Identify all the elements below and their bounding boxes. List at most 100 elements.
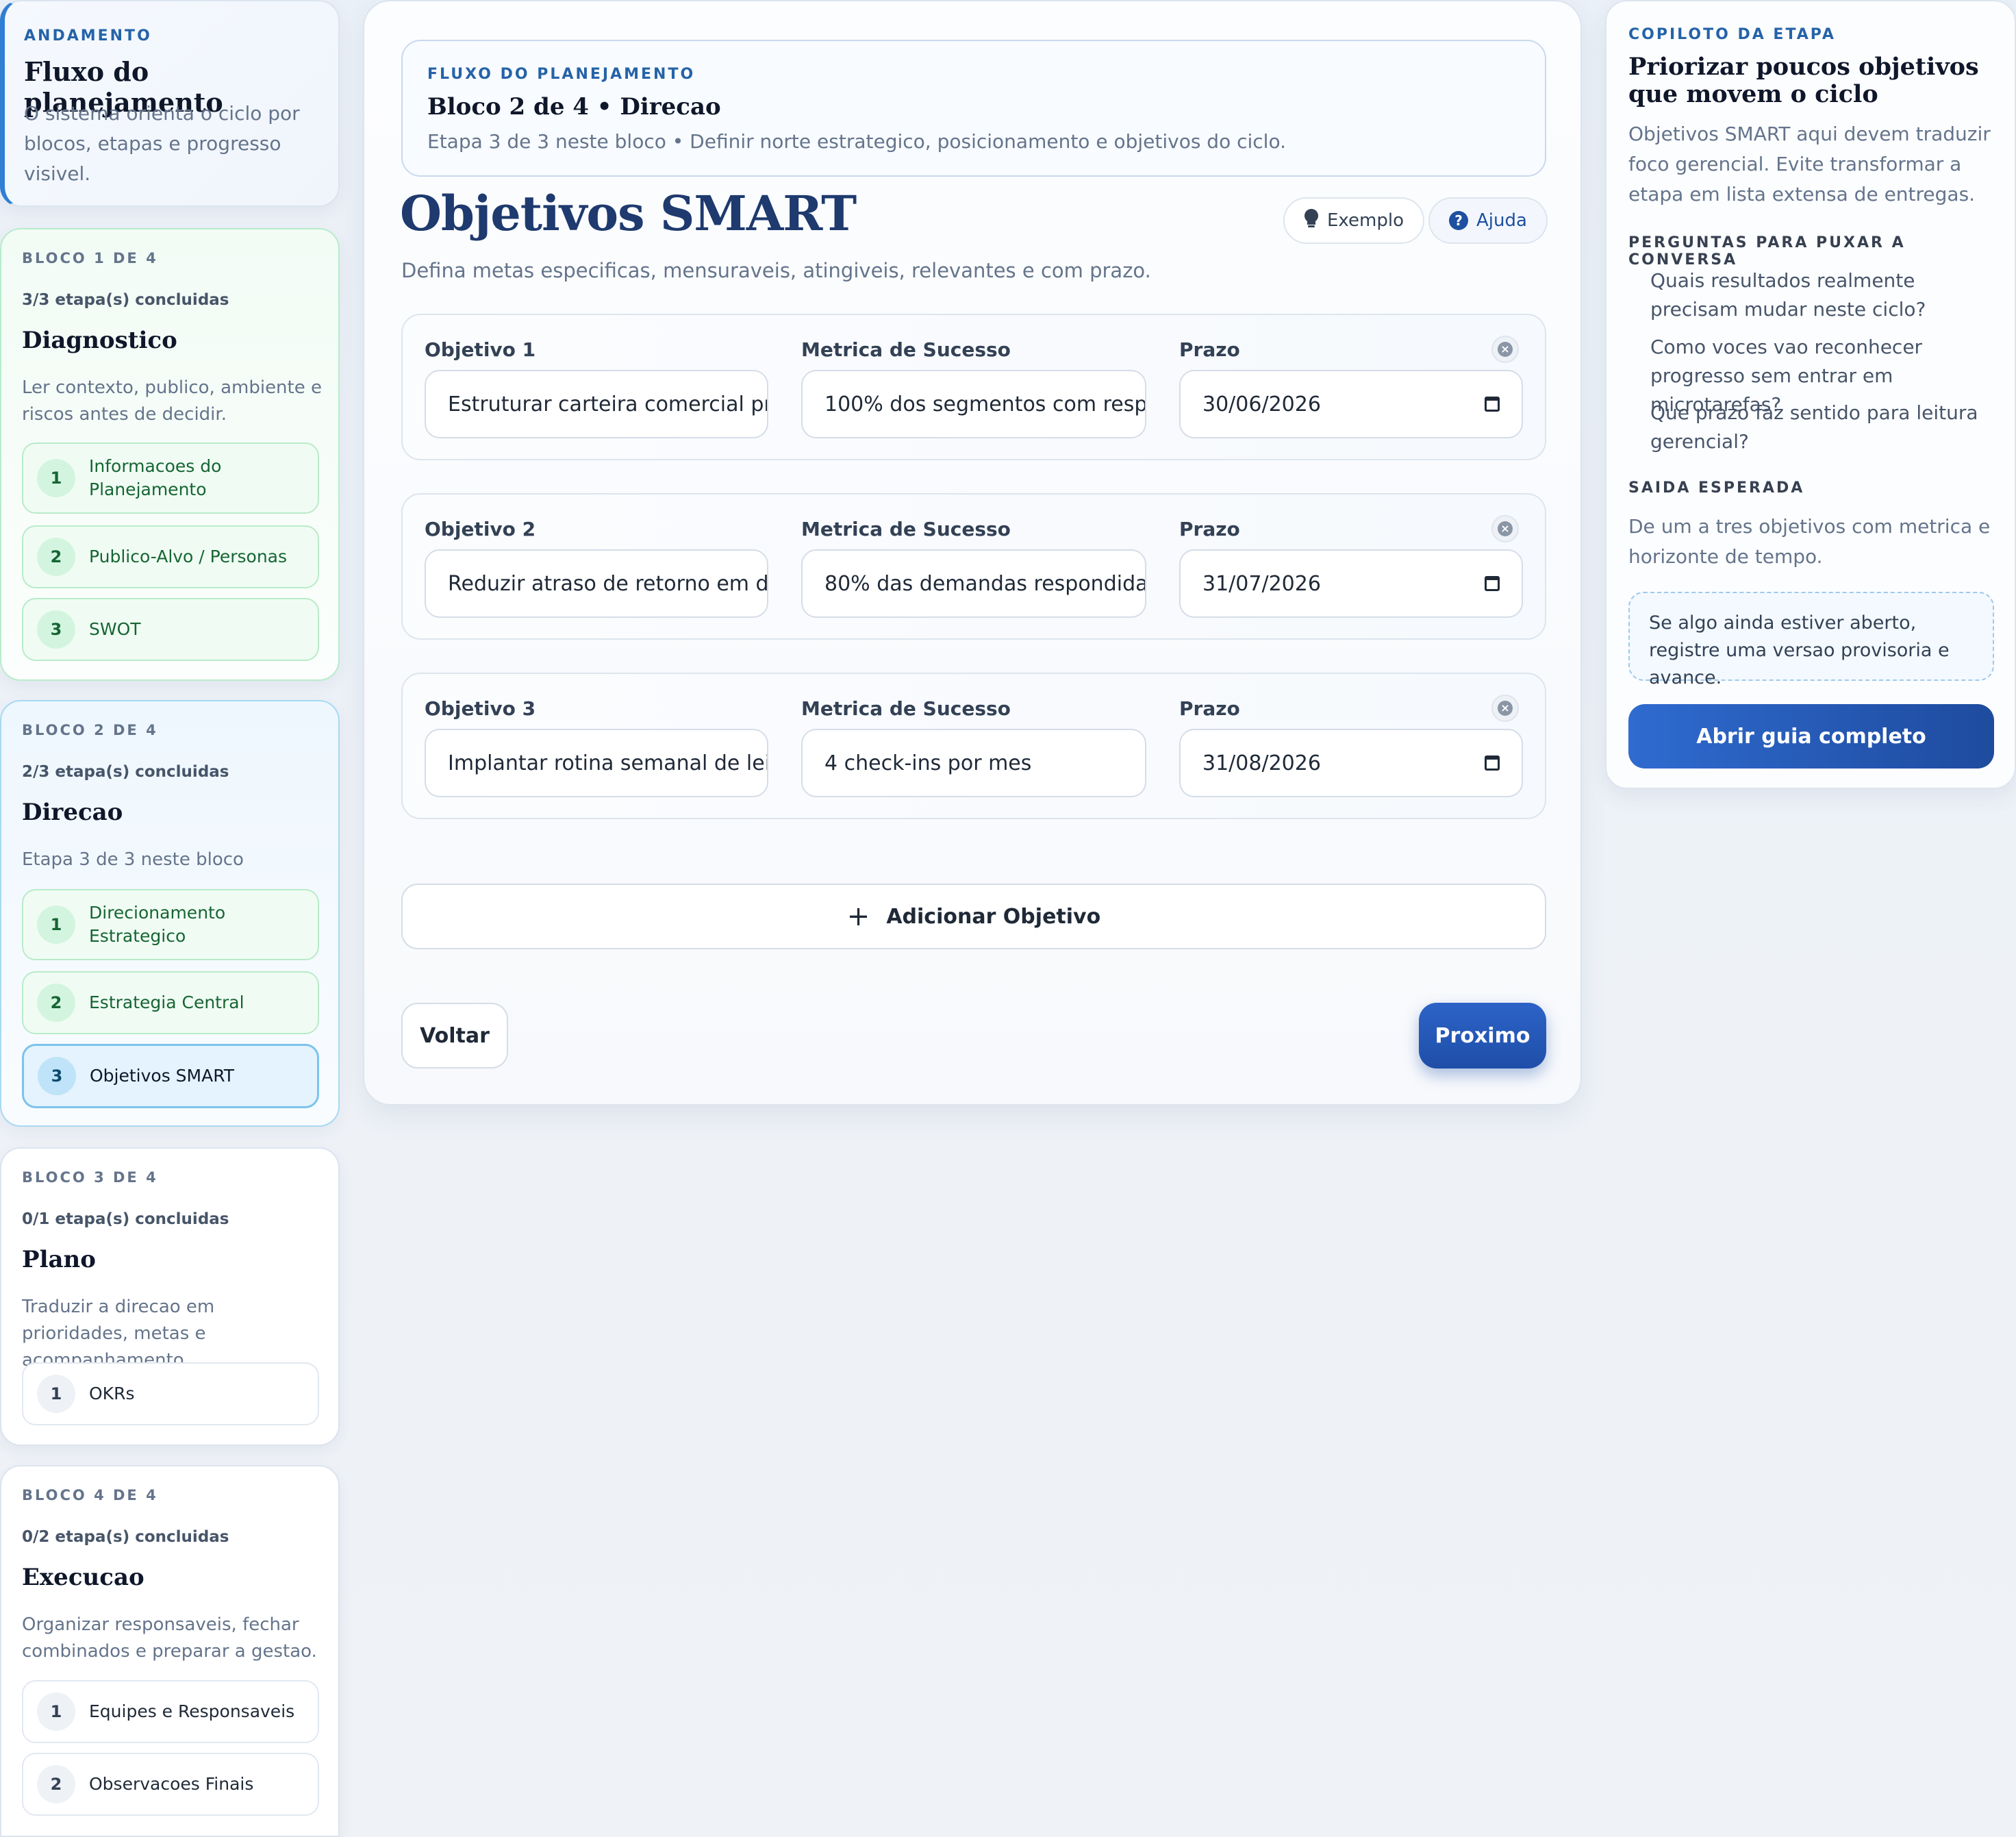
provisional-note: Se algo ainda estiver aberto, registre u… [1628, 592, 1994, 688]
objective-input[interactable]: Reduzir atraso de retorno em demandas [425, 549, 768, 618]
flow-subtitle: Etapa 3 de 3 neste bloco • Definir norte… [427, 130, 1286, 153]
block-title: Execucao [22, 1564, 144, 1591]
objective-label: Objetivo 3 [425, 697, 536, 720]
objective-input[interactable]: Implantar rotina semanal de leitura [425, 729, 768, 797]
step-swot[interactable]: 3 SWOT [22, 598, 319, 661]
copilot-eyebrow: COPILOTO DA ETAPA [1628, 26, 1836, 43]
step-label: Publico-Alvo / Personas [89, 547, 288, 566]
step-label: Direcionamento Estrategico [89, 903, 226, 946]
flow-title: Bloco 2 de 4 • Direcao [427, 93, 721, 121]
step-label: Estrategia Central [89, 992, 244, 1012]
block-execucao: BLOCO 4 DE 4 0/2 etapa(s) concluidas Exe… [0, 1465, 340, 1837]
objective-label: Objetivo 2 [425, 518, 536, 540]
step-label: SWOT [89, 619, 141, 639]
block-eyebrow: BLOCO 1 DE 4 [22, 250, 158, 266]
block-description: Ler contexto, publico, ambiente e riscos… [22, 377, 322, 425]
step-number: 2 [37, 1765, 75, 1803]
step-label: Objetivos SMART [90, 1066, 235, 1086]
flow-banner: FLUXO DO PLANEJAMENTO Bloco 2 de 4 • Dir… [401, 40, 1546, 177]
step-number: 2 [37, 538, 75, 576]
remove-objective-button[interactable]: × [1491, 515, 1519, 542]
block-count: 2/3 etapa(s) concluidas [22, 763, 229, 781]
block-count: 0/1 etapa(s) concluidas [22, 1210, 229, 1228]
questions-heading: PERGUNTAS PARA PUXAR A CONVERSA [1628, 234, 1906, 268]
step-estrategia-central[interactable]: 2 Estrategia Central [22, 971, 319, 1034]
lightbulb-icon [1304, 208, 1319, 234]
add-objective-label: Adicionar Objetivo [886, 904, 1101, 929]
block-eyebrow: BLOCO 3 DE 4 [22, 1169, 158, 1186]
deadline-label: Prazo [1179, 338, 1240, 361]
deadline-input[interactable]: 30/06/2026 [1179, 370, 1523, 438]
copilot-title: Priorizar poucos objetivos que movem o c… [1628, 53, 1979, 108]
deadline-value: 31/07/2026 [1202, 571, 1321, 596]
deadline-value: 31/08/2026 [1202, 751, 1321, 775]
step-label: Observacoes Finais [89, 1774, 254, 1794]
example-button[interactable]: Exemplo [1283, 197, 1424, 244]
step-label: OKRs [89, 1384, 135, 1403]
objective-row: Objetivo 1 Metrica de Sucesso Prazo × Es… [401, 314, 1546, 460]
step-publico-alvo[interactable]: 2 Publico-Alvo / Personas [22, 525, 319, 588]
remove-objective-button[interactable]: × [1491, 336, 1519, 363]
progress-description: O sistema orienta o ciclo por blocos, et… [24, 102, 300, 185]
step-label: Informacoes do Planejamento [89, 456, 222, 499]
deadline-label: Prazo [1179, 697, 1240, 720]
step-observacoes[interactable]: 2 Observacoes Finais [22, 1753, 319, 1816]
metric-label: Metrica de Sucesso [801, 338, 1011, 361]
objective-row: Objetivo 2 Metrica de Sucesso Prazo × Re… [401, 493, 1546, 640]
step-equipes[interactable]: 1 Equipes e Responsaveis [22, 1680, 319, 1743]
output-heading: SAIDA ESPERADA [1628, 479, 1805, 497]
block-count: 3/3 etapa(s) concluidas [22, 291, 229, 309]
step-number: 3 [38, 1057, 76, 1095]
output-text: De um a tres objetivos com metrica e hor… [1628, 515, 1991, 568]
question-icon: ? [1449, 211, 1468, 230]
page-subtitle: Defina metas especificas, mensuraveis, a… [401, 259, 1151, 282]
metric-input[interactable]: 100% dos segmentos com responsavel [801, 370, 1146, 438]
copilot-intro: Objetivos SMART aqui devem traduzir foco… [1628, 123, 1991, 205]
step-okrs[interactable]: 1 OKRs [22, 1362, 319, 1425]
remove-objective-button[interactable]: × [1491, 695, 1519, 722]
metric-input[interactable]: 80% das demandas respondidas [801, 549, 1146, 618]
block-title: Diagnostico [22, 327, 177, 354]
step-number: 1 [37, 1375, 75, 1413]
open-guide-button[interactable]: Abrir guia completo [1628, 704, 1994, 768]
metric-label: Metrica de Sucesso [801, 518, 1011, 540]
objective-label: Objetivo 1 [425, 338, 536, 361]
block-title: Plano [22, 1246, 96, 1273]
step-label: Equipes e Responsaveis [89, 1701, 295, 1721]
calendar-icon[interactable] [1485, 397, 1500, 412]
question-item: Que prazo faz sentido para leitura geren… [1650, 401, 1978, 453]
block-title: Direcao [22, 799, 123, 826]
step-direcionamento[interactable]: 1 Direcionamento Estrategico [22, 889, 319, 960]
block-eyebrow: BLOCO 2 DE 4 [22, 722, 158, 738]
step-number: 1 [37, 459, 75, 497]
step-informacoes[interactable]: 1 Informacoes do Planejamento [22, 442, 319, 514]
block-plano: BLOCO 3 DE 4 0/1 etapa(s) concluidas Pla… [0, 1147, 340, 1446]
step-number: 1 [37, 905, 75, 944]
progress-eyebrow: ANDAMENTO [24, 27, 152, 45]
add-objective-button[interactable]: + Adicionar Objetivo [401, 884, 1546, 949]
back-button[interactable]: Voltar [401, 1003, 508, 1069]
step-objetivos-smart[interactable]: 3 Objetivos SMART [22, 1044, 319, 1108]
close-icon: × [1498, 701, 1513, 716]
block-description: Organizar responsaveis, fechar combinado… [22, 1614, 317, 1662]
step-number: 3 [37, 610, 75, 649]
copilot-panel: COPILOTO DA ETAPA Priorizar poucos objet… [1605, 0, 2016, 789]
calendar-icon[interactable] [1485, 576, 1500, 591]
deadline-input[interactable]: 31/07/2026 [1179, 549, 1523, 618]
calendar-icon[interactable] [1485, 755, 1500, 771]
flow-eyebrow: FLUXO DO PLANEJAMENTO [427, 66, 696, 83]
deadline-value: 30/06/2026 [1202, 392, 1321, 416]
step-number: 2 [37, 984, 75, 1022]
plus-icon: + [846, 901, 870, 932]
objective-input[interactable]: Estruturar carteira comercial prioritari… [425, 370, 768, 438]
close-icon: × [1498, 521, 1513, 536]
metric-input[interactable]: 4 check-ins por mes [801, 729, 1146, 797]
block-direcao: BLOCO 2 DE 4 2/3 etapa(s) concluidas Dir… [0, 700, 340, 1127]
deadline-label: Prazo [1179, 518, 1240, 540]
deadline-input[interactable]: 31/08/2026 [1179, 729, 1523, 797]
block-eyebrow: BLOCO 4 DE 4 [22, 1487, 158, 1503]
main-panel: FLUXO DO PLANEJAMENTO Bloco 2 de 4 • Dir… [363, 0, 1582, 1105]
objective-row: Objetivo 3 Metrica de Sucesso Prazo × Im… [401, 673, 1546, 819]
next-button[interactable]: Proximo [1419, 1003, 1546, 1069]
help-button[interactable]: ? Ajuda [1428, 197, 1548, 244]
